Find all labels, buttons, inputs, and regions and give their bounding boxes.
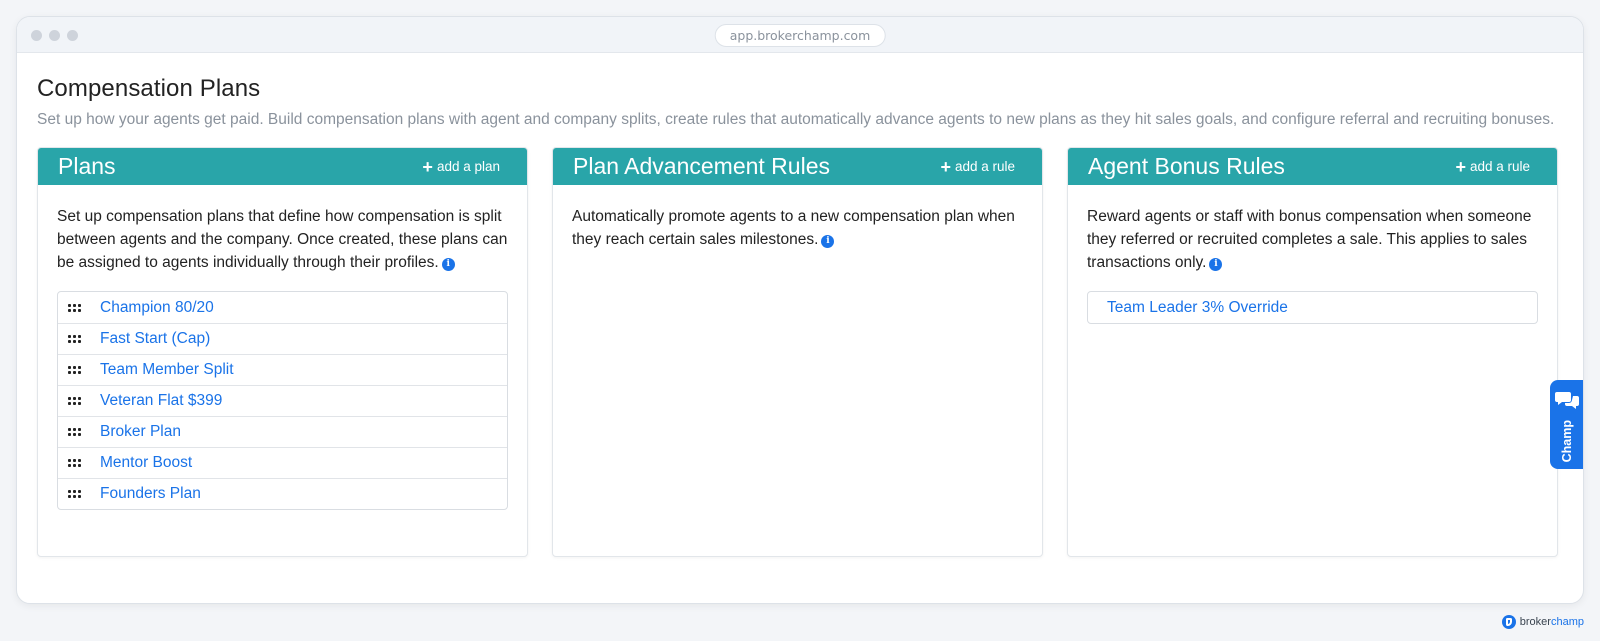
drag-handle-icon[interactable] [68,366,81,374]
list-item[interactable]: Team Member Split [58,354,507,385]
bonus-card-header: Agent Bonus Rules + add a rule [1068,148,1557,185]
list-item-link[interactable]: Team Leader 3% Override [1107,299,1288,317]
plus-icon: + [940,156,951,177]
chat-widget-button[interactable]: Champ [1550,380,1583,469]
drag-handle-icon[interactable] [68,428,81,436]
chat-label: Champ [1559,420,1574,463]
plans-list: Champion 80/20 Fast Start (Cap) Team Membe… [57,291,508,510]
plus-icon: + [422,156,433,177]
advancement-card: Plan Advancement Rules + add a rule Auto… [552,147,1043,557]
main-content: Compensation Plans Set up how your agent… [17,53,1583,557]
advancement-card-header: Plan Advancement Rules + add a rule [553,148,1042,185]
list-item-link[interactable]: Team Member Split [100,361,234,379]
list-item[interactable]: Mentor Boost [58,447,507,478]
add-advancement-rule-button[interactable]: + add a rule [940,158,1022,176]
bonus-card-body: Reward agents or staff with bonus compen… [1068,185,1557,344]
page-title: Compensation Plans [37,75,261,102]
plans-card-header: Plans + add a plan [38,148,527,185]
drag-handle-icon[interactable] [68,490,81,498]
list-item[interactable]: Veteran Flat $399 [58,385,507,416]
window-controls [31,30,78,41]
list-item-link[interactable]: Veteran Flat $399 [100,392,222,410]
drag-handle-icon[interactable] [68,335,81,343]
brand-logo: brokerchamp [1501,615,1584,629]
info-icon[interactable]: i [821,235,835,248]
bonus-description: Reward agents or staff with bonus compen… [1087,205,1538,274]
list-item[interactable]: Broker Plan [58,416,507,447]
info-icon[interactable]: i [441,258,455,271]
add-plan-button[interactable]: + add a plan [422,158,507,176]
plans-description: Set up compensation plans that define ho… [57,205,508,274]
browser-titlebar: app.brokerchamp.com [17,17,1583,53]
maximize-dot[interactable] [67,30,78,41]
list-item-link[interactable]: Founders Plan [100,485,201,503]
close-dot[interactable] [31,30,42,41]
advancement-description: Automatically promote agents to a new co… [572,205,1023,251]
advancement-card-title: Plan Advancement Rules [573,153,830,179]
list-item[interactable]: Champion 80/20 [58,292,507,323]
advancement-card-body: Automatically promote agents to a new co… [553,185,1042,271]
list-item[interactable]: Founders Plan [58,478,507,509]
info-icon[interactable]: i [1209,258,1223,271]
brand-name: brokerchamp [1520,616,1584,628]
list-item-link[interactable]: Champion 80/20 [100,299,214,317]
plus-icon: + [1455,156,1466,177]
brand-suffix: champ [1550,616,1584,628]
brand-prefix: broker [1519,616,1551,628]
list-item-link[interactable]: Mentor Boost [100,454,192,472]
list-item[interactable]: Team Leader 3% Override [1088,292,1537,323]
bonus-list: Team Leader 3% Override [1087,291,1538,324]
chat-bubbles-icon [1554,392,1579,409]
page-description: Set up how your agents get paid. Build c… [37,111,1555,128]
bonus-card-title: Agent Bonus Rules [1088,153,1285,179]
drag-handle-icon[interactable] [68,303,81,312]
plans-card-body: Set up compensation plans that define ho… [38,185,527,530]
add-bonus-rule-button[interactable]: + add a rule [1455,158,1537,176]
plans-card: Plans + add a plan Set up compensation p… [37,147,528,557]
advancement-description-text: Automatically promote agents to a new co… [572,208,1015,248]
list-item[interactable]: Fast Start (Cap) [58,323,507,354]
list-item-link[interactable]: Broker Plan [100,423,181,441]
add-rule-label: add a rule [1469,159,1530,174]
drag-handle-icon[interactable] [68,397,81,405]
bonus-card: Agent Bonus Rules + add a rule Reward ag… [1067,147,1558,557]
bonus-description-text: Reward agents or staff with bonus compen… [1087,208,1532,271]
browser-window: app.brokerchamp.com Compensation Plans S… [16,16,1584,604]
drag-handle-icon[interactable] [68,459,81,467]
plans-card-title: Plans [58,153,116,179]
plans-description-text: Set up compensation plans that define ho… [57,208,508,271]
cards-row: Plans + add a plan Set up compensation p… [37,147,1563,557]
list-item-link[interactable]: Fast Start (Cap) [100,330,210,348]
add-rule-label: add a rule [954,159,1015,174]
minimize-dot[interactable] [49,30,60,41]
address-bar[interactable]: app.brokerchamp.com [714,24,886,47]
brokerchamp-logo-icon [1501,615,1516,629]
add-plan-label: add a plan [436,159,500,174]
